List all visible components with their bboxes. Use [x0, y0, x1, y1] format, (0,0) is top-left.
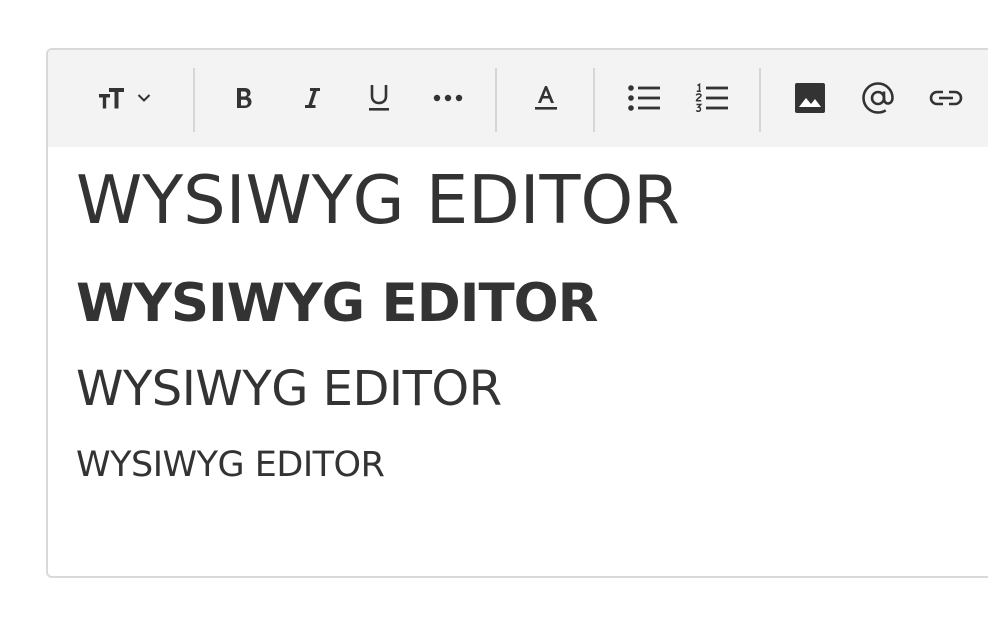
toolbar-separator: [193, 68, 195, 132]
bold-button[interactable]: [224, 76, 264, 120]
more-button[interactable]: [426, 76, 470, 120]
underline-button[interactable]: [359, 76, 399, 120]
editor-content-area[interactable]: WYSIWYG EDITOR WYSIWYG EDITOR WYSIWYG ED…: [48, 147, 988, 576]
text-color-button[interactable]: [524, 76, 568, 120]
editor-toolbar: [48, 50, 988, 147]
text-size-icon: [97, 85, 131, 111]
bulleted-list-icon: [627, 84, 661, 112]
at-sign-icon: [861, 81, 895, 115]
italic-button[interactable]: [292, 76, 332, 120]
bold-icon: [233, 85, 255, 111]
numbered-list-icon: [695, 83, 729, 113]
text-size-button[interactable]: [90, 76, 158, 120]
heading-3: WYSIWYG EDITOR: [76, 361, 502, 417]
chevron-down-icon: [137, 93, 151, 103]
image-icon: [794, 82, 826, 114]
underline-icon: [367, 83, 391, 113]
toolbar-separator: [495, 68, 497, 132]
insert-link-button[interactable]: [924, 76, 968, 120]
more-horizontal-icon: [433, 94, 463, 102]
heading-1: WYSIWYG EDITOR: [76, 161, 680, 239]
italic-icon: [301, 85, 323, 111]
heading-2: WYSIWYG EDITOR: [76, 273, 598, 334]
heading-4: WYSIWYG EDITOR: [76, 445, 385, 485]
insert-image-button[interactable]: [788, 76, 832, 120]
link-icon: [928, 87, 964, 109]
numbered-list-button[interactable]: [690, 76, 734, 120]
mention-button[interactable]: [856, 76, 900, 120]
toolbar-separator: [593, 68, 595, 132]
bulleted-list-button[interactable]: [622, 76, 666, 120]
text-color-icon: [533, 83, 559, 113]
toolbar-separator: [759, 68, 761, 132]
wysiwyg-editor: WYSIWYG EDITOR WYSIWYG EDITOR WYSIWYG ED…: [46, 48, 988, 578]
